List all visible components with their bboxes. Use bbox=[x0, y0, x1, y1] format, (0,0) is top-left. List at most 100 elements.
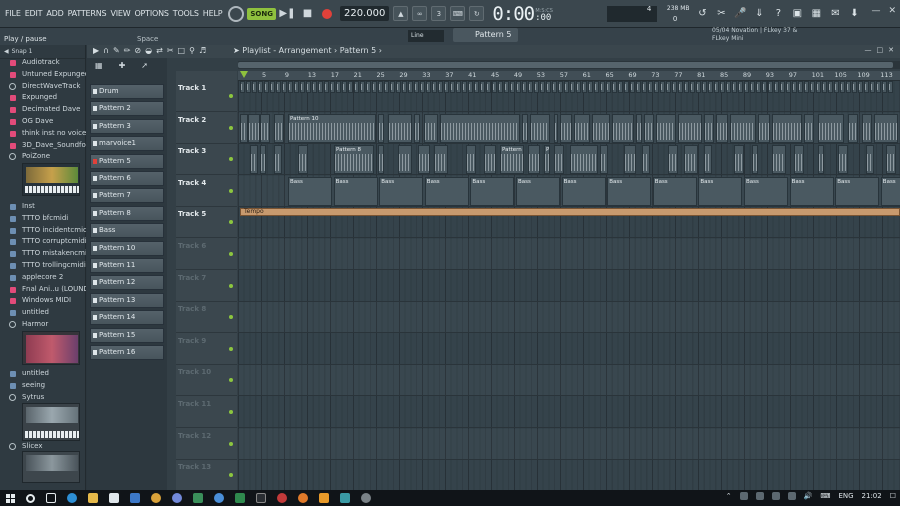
browser-item[interactable]: Expunged bbox=[0, 92, 86, 103]
pattern-clip[interactable] bbox=[258, 81, 263, 93]
pattern-clip[interactable] bbox=[240, 81, 245, 93]
export-button[interactable]: ▦ bbox=[809, 6, 824, 21]
pattern-icon[interactable]: ▦ bbox=[95, 61, 103, 70]
pattern-clip[interactable]: Bass bbox=[516, 176, 560, 206]
pattern-clip[interactable] bbox=[774, 81, 779, 93]
pattern-clip[interactable] bbox=[260, 113, 270, 143]
clock[interactable]: 21:02 bbox=[862, 492, 882, 500]
pattern-clip[interactable] bbox=[678, 81, 683, 93]
slip-icon[interactable]: ⇄ bbox=[156, 46, 163, 55]
pattern-clip[interactable] bbox=[554, 113, 558, 143]
track-lane[interactable]: Pattern 10 bbox=[238, 113, 900, 144]
pattern-item[interactable]: Pattern 16 bbox=[90, 345, 164, 360]
pattern-clip[interactable] bbox=[570, 81, 575, 93]
download-button[interactable]: ⇓ bbox=[752, 6, 767, 21]
track-header[interactable]: Track 12 bbox=[176, 429, 237, 460]
pattern-clip[interactable] bbox=[414, 81, 419, 93]
time-display[interactable]: 0:00 :00 M:S:CS bbox=[492, 3, 553, 25]
volume-icon[interactable]: 🔊 bbox=[804, 492, 813, 500]
pencil-icon[interactable]: ✎ bbox=[113, 46, 120, 55]
pattern-clip[interactable] bbox=[378, 145, 384, 175]
brush-icon[interactable]: ✏ bbox=[124, 46, 131, 55]
pattern-clip[interactable] bbox=[444, 81, 449, 93]
pattern-clip[interactable]: Bass bbox=[607, 176, 652, 206]
keyboard-icon[interactable]: ⌨ bbox=[820, 492, 830, 500]
track-header[interactable]: Track 13 bbox=[176, 460, 237, 492]
pattern-item[interactable]: Pattern 13 bbox=[90, 292, 164, 308]
pattern-clip[interactable] bbox=[660, 81, 665, 93]
pattern-item[interactable]: Pattern 3 bbox=[90, 118, 164, 134]
help-button[interactable]: ? bbox=[771, 6, 786, 21]
pattern-clip[interactable] bbox=[378, 81, 383, 93]
pattern-clip[interactable] bbox=[560, 113, 572, 143]
minimize-icon[interactable]: — bbox=[865, 46, 872, 54]
pattern-clip[interactable] bbox=[414, 113, 420, 143]
pattern-clip[interactable] bbox=[440, 113, 520, 143]
pattern-clip[interactable]: Pattern 6 bbox=[500, 145, 524, 175]
minimize-icon[interactable]: — bbox=[871, 6, 880, 16]
countdown-button[interactable]: 3 bbox=[431, 6, 447, 21]
pattern-item[interactable]: Pattern 14 bbox=[90, 310, 164, 326]
track-mute-led[interactable] bbox=[229, 346, 233, 351]
pattern-clip[interactable]: Bass bbox=[470, 176, 515, 206]
pattern-clip[interactable] bbox=[570, 145, 598, 175]
blend-notes-button[interactable]: ↻ bbox=[469, 6, 485, 21]
pattern-clip[interactable] bbox=[818, 113, 844, 143]
pattern-clip[interactable] bbox=[780, 81, 785, 93]
pattern-clip[interactable] bbox=[270, 81, 275, 93]
select-icon[interactable]: □ bbox=[178, 46, 186, 55]
track-header[interactable]: Track 9 bbox=[176, 334, 237, 365]
pattern-clip[interactable] bbox=[426, 81, 431, 93]
speaker-icon[interactable]: ♬ bbox=[199, 46, 206, 55]
pattern-clip[interactable] bbox=[384, 81, 389, 93]
pattern-clip[interactable] bbox=[558, 81, 563, 93]
pattern-item[interactable]: Bass bbox=[90, 223, 164, 239]
pattern-clip[interactable] bbox=[276, 81, 281, 93]
track-header[interactable]: Track 5 bbox=[176, 207, 237, 239]
pattern-item[interactable]: Pattern 8 bbox=[90, 205, 164, 221]
pattern-clip[interactable]: Bass bbox=[880, 176, 900, 206]
maximize-icon[interactable]: □ bbox=[877, 46, 884, 54]
track-header[interactable]: Track 11 bbox=[176, 397, 237, 428]
metronome-button[interactable]: ▲ bbox=[393, 6, 409, 21]
pattern-clip[interactable] bbox=[592, 113, 610, 143]
pattern-clip[interactable] bbox=[424, 113, 438, 143]
browser-item[interactable]: TTTO incidentcmidi bbox=[0, 225, 86, 236]
pattern-clip[interactable] bbox=[594, 81, 599, 93]
pattern-clip[interactable] bbox=[690, 81, 695, 93]
pattern-clip[interactable] bbox=[704, 145, 712, 175]
pattern-clip[interactable] bbox=[484, 145, 496, 175]
pattern-clip[interactable]: Bass bbox=[288, 176, 332, 206]
menu-view[interactable]: VIEW bbox=[108, 9, 132, 18]
pattern-clip[interactable] bbox=[378, 113, 384, 143]
tray-app-icon[interactable] bbox=[755, 492, 764, 500]
track-lane[interactable] bbox=[238, 397, 900, 428]
pattern-clip[interactable] bbox=[554, 145, 564, 175]
pattern-clip[interactable]: Bass bbox=[561, 176, 606, 206]
pattern-clip[interactable] bbox=[576, 81, 581, 93]
pattern-clip[interactable] bbox=[792, 81, 797, 93]
pattern-clip[interactable] bbox=[438, 81, 443, 93]
pattern-clip[interactable] bbox=[248, 113, 260, 143]
browser-item[interactable]: seeing bbox=[0, 380, 86, 391]
app-icon-green[interactable] bbox=[235, 493, 245, 503]
app-icon-red[interactable] bbox=[277, 493, 287, 503]
pattern-clip[interactable] bbox=[468, 81, 473, 93]
pattern-clip[interactable] bbox=[818, 145, 824, 175]
track-lane[interactable]: Pattern 8 Pattern 6 Pattern 10 bbox=[238, 144, 900, 176]
pattern-clip[interactable] bbox=[298, 145, 308, 175]
track-header[interactable]: Track 7 bbox=[176, 271, 237, 302]
pattern-clip[interactable] bbox=[306, 81, 311, 93]
pattern-clip[interactable] bbox=[530, 113, 550, 143]
magnet-icon[interactable]: ∩ bbox=[103, 46, 109, 55]
track-mute-led[interactable] bbox=[229, 188, 233, 193]
pattern-clip[interactable] bbox=[866, 145, 874, 175]
pattern-item[interactable]: Pattern 5 bbox=[90, 153, 164, 169]
pattern-clip[interactable] bbox=[250, 145, 258, 175]
pattern-clip[interactable] bbox=[768, 81, 773, 93]
pattern-clip[interactable] bbox=[870, 81, 875, 93]
pattern-clip[interactable]: Bass bbox=[424, 176, 469, 206]
menu-patterns[interactable]: PATTERNS bbox=[66, 9, 109, 18]
cut-button[interactable]: ✂ bbox=[714, 6, 729, 21]
pattern-clip[interactable] bbox=[848, 113, 858, 143]
